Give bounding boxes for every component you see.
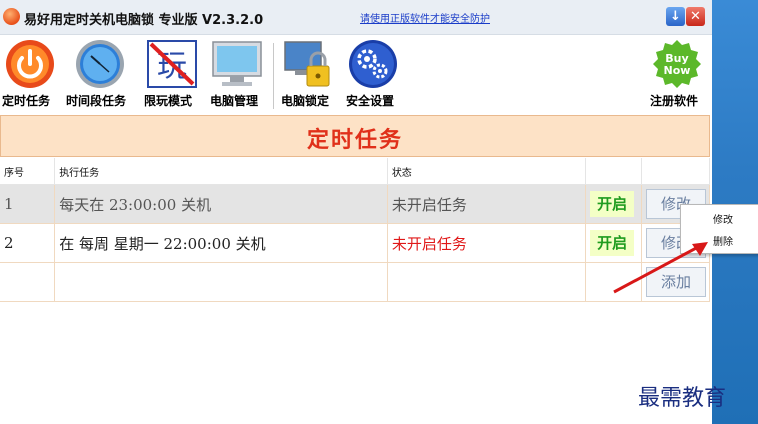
- empty-cell: [0, 262, 56, 302]
- enable-button[interactable]: 开启: [590, 191, 635, 217]
- monitor-icon: [212, 41, 262, 86]
- watermark: 最需教育: [638, 386, 727, 411]
- row-task: 在 每周 星期一 22:00:00 关机: [54, 223, 388, 263]
- buy-now-badge-icon: Buy Now: [653, 40, 701, 88]
- row-number: 1: [0, 184, 56, 224]
- column-header-toggle: [585, 158, 643, 185]
- tool-label: 限玩模式: [144, 94, 193, 108]
- tool-label: 定时任务: [2, 94, 51, 108]
- row-status: 未开启任务: [387, 223, 587, 263]
- toolbar-separator: [273, 43, 274, 109]
- app-window: 易好用定时关机电脑锁 专业版 V2.3.2.0 请使用正版软件才能安全防护 ↓ …: [0, 0, 712, 424]
- tool-label: 电脑管理: [210, 94, 259, 108]
- section-banner: 定时任务: [0, 115, 710, 157]
- gear-icon: [349, 40, 397, 88]
- power-icon: [6, 40, 54, 88]
- empty-cell: [54, 262, 388, 302]
- row-task: 每天在 23:00:00 关机: [54, 184, 388, 224]
- tool-computer-lock[interactable]: 电脑锁定: [278, 35, 338, 113]
- column-header-status: 状态: [387, 158, 587, 185]
- column-header-action: [641, 158, 710, 185]
- column-header-number: 序号: [0, 158, 56, 185]
- lock-computer-icon: [284, 41, 330, 87]
- title-bar: 易好用定时关机电脑锁 专业版 V2.3.2.0 请使用正版软件才能安全防护 ↓ …: [0, 0, 712, 35]
- table-row[interactable]: 1 每天在 23:00:00 关机 未开启任务 开启 修改: [0, 184, 710, 224]
- clock-icon: [76, 40, 124, 88]
- empty-cell: [387, 262, 587, 302]
- row-number: 2: [0, 223, 56, 263]
- minimize-button[interactable]: ↓: [666, 7, 685, 26]
- toolbar: 定时任务 时间段任务 玩 限玩模式: [0, 35, 712, 113]
- tool-limit-play-mode[interactable]: 玩 限玩模式: [142, 35, 202, 113]
- genuine-software-link[interactable]: 请使用正版软件才能安全防护: [360, 10, 490, 25]
- tool-label: 电脑锁定: [281, 94, 330, 108]
- tool-security-settings[interactable]: 安全设置: [342, 35, 404, 113]
- section-title: 定时任务: [306, 127, 403, 153]
- tool-label: 安全设置: [346, 94, 395, 108]
- row-toggle-cell: 开启: [585, 184, 643, 224]
- close-button[interactable]: ✕: [686, 7, 705, 26]
- app-icon: [3, 8, 20, 25]
- row-status: 未开启任务: [387, 184, 587, 224]
- tool-label: 时间段任务: [66, 94, 127, 108]
- column-header-task: 执行任务: [54, 158, 388, 185]
- register-software-button[interactable]: Buy Now 注册软件: [646, 35, 708, 113]
- tool-scheduled-task[interactable]: 定时任务: [0, 35, 60, 113]
- arrow-annotation-icon: [613, 242, 708, 294]
- tool-time-period-task[interactable]: 时间段任务: [64, 35, 136, 113]
- tool-computer-management[interactable]: 电脑管理: [206, 35, 268, 113]
- no-play-icon: 玩: [147, 40, 197, 88]
- tool-label: 注册软件: [650, 94, 699, 108]
- context-menu-item-edit[interactable]: 修改: [713, 211, 733, 226]
- window-title: 易好用定时关机电脑锁 专业版 V2.3.2.0: [24, 13, 264, 28]
- table-header-row: 序号 执行任务 状态: [0, 158, 710, 185]
- svg-text:Now: Now: [664, 64, 691, 77]
